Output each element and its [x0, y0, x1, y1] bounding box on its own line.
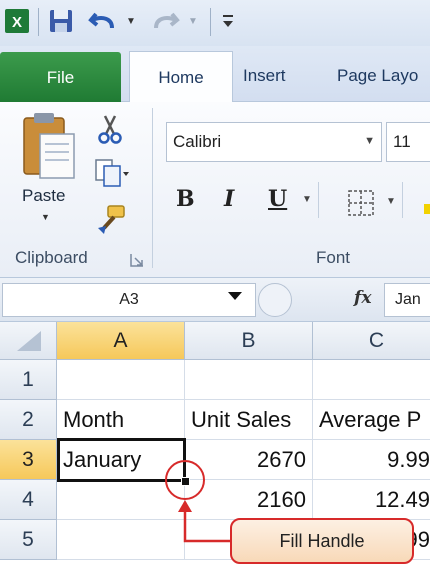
copy-icon[interactable]	[94, 158, 130, 188]
undo-icon[interactable]	[86, 4, 120, 38]
format-painter-icon[interactable]	[94, 202, 128, 236]
formula-bar-splitter[interactable]	[258, 283, 298, 317]
italic-button[interactable]: I	[224, 186, 234, 212]
underline-button[interactable]: U	[268, 186, 287, 212]
cut-icon[interactable]	[96, 114, 126, 144]
bold-button[interactable]: B	[176, 186, 195, 212]
worksheet-grid[interactable]: A B C 1 2 3 4 5 Month Unit Sales Average…	[0, 322, 430, 570]
ribbon-tabs: File Home Insert Page Layo	[0, 46, 430, 103]
redo-icon	[148, 4, 182, 38]
underline-dropdown-icon[interactable]: ▼	[302, 194, 312, 205]
name-box[interactable]: A3	[2, 283, 256, 317]
clipboard-group-label: Clipboard	[15, 248, 88, 267]
chevron-down-icon[interactable]	[228, 292, 242, 300]
save-icon[interactable]	[44, 4, 78, 38]
font-size-value: 11	[393, 132, 411, 151]
font-name-value: Calibri	[173, 132, 222, 151]
name-box-value: A3	[119, 291, 139, 308]
tab-file[interactable]: File	[0, 52, 121, 103]
insert-function-icon[interactable]: fx	[354, 288, 371, 308]
tab-home[interactable]: Home	[129, 51, 233, 103]
font-group-label: Font	[316, 248, 351, 267]
formula-bar: A3 fx Jan	[0, 278, 430, 322]
borders-icon[interactable]	[346, 188, 376, 218]
paste-icon[interactable]	[16, 110, 78, 182]
font-name-select[interactable]: Calibri ▼	[166, 122, 382, 162]
fill-color-icon[interactable]	[424, 204, 430, 214]
fill-handle-callout: Fill Handle	[230, 518, 414, 564]
svg-text:X: X	[12, 14, 22, 31]
font-size-select[interactable]: 11	[386, 122, 430, 162]
formula-input[interactable]: Jan	[384, 283, 430, 317]
tab-page-layout[interactable]: Page Layo	[337, 52, 418, 100]
quick-access-toolbar: X ▼ ▼	[0, 0, 430, 46]
tab-insert[interactable]: Insert	[243, 52, 286, 100]
excel-logo-icon: X	[2, 4, 32, 38]
dialog-launcher-icon[interactable]	[130, 253, 144, 267]
redo-dropdown-icon: ▼	[188, 15, 198, 27]
paste-label[interactable]: Paste	[22, 186, 65, 206]
customize-toolbar-icon[interactable]	[218, 4, 238, 38]
chevron-down-icon: ▼	[364, 135, 375, 147]
borders-dropdown-icon[interactable]: ▼	[386, 196, 396, 207]
paste-dropdown-icon[interactable]: ▼	[41, 212, 50, 222]
undo-dropdown-icon[interactable]: ▼	[124, 4, 138, 38]
ribbon-home: Paste ▼ Clipboard Calibri ▼ 11 B I U ▼ ▼…	[0, 102, 430, 278]
